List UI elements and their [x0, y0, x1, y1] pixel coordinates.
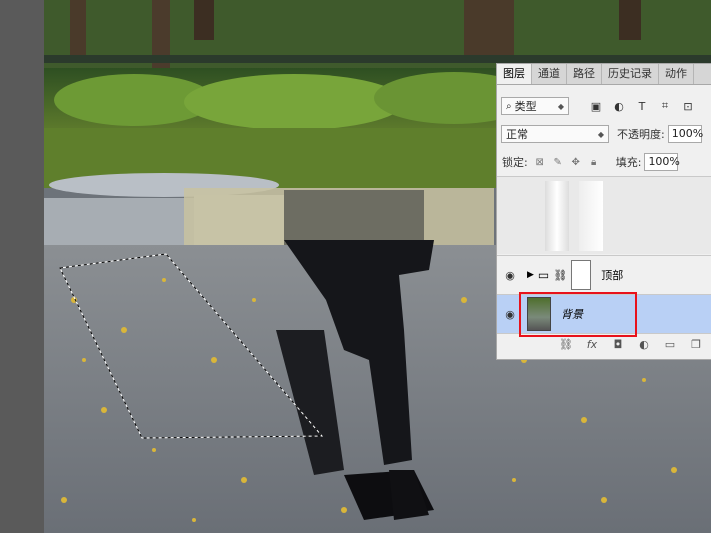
panel-tabs: 图层 通道 路径 历史记录 动作: [497, 64, 711, 85]
fill-label: 填充:: [615, 156, 642, 169]
lock-row: 锁定: ⊠ ✎ ✥ 🔒︎ 填充: 100%: [497, 153, 711, 171]
link-icon: ⛓: [553, 268, 568, 282]
link-icon[interactable]: ⛓: [559, 338, 573, 351]
fx-icon[interactable]: fx: [585, 338, 599, 351]
image-filter-icon[interactable]: ▣: [589, 99, 603, 113]
lock-paint-icon[interactable]: ✎: [552, 156, 564, 168]
filter-row: ⌕ 类型 ◆ ▣ ◐ T ⌗ ⊡: [497, 97, 711, 115]
lock-label: 锁定:: [502, 156, 528, 169]
canvas-gutter: [0, 0, 44, 533]
adjustment-filter-icon[interactable]: ◐: [612, 99, 626, 113]
opacity-label: 不透明度:: [617, 128, 665, 141]
expand-arrow-icon[interactable]: ▶: [527, 270, 534, 280]
tab-layers[interactable]: 图层: [497, 64, 532, 84]
adjustment-icon[interactable]: ◐: [637, 338, 651, 351]
panel-footer: ⛓ fx ◘ ◐ ▭ ❐: [497, 338, 711, 351]
group-mask-thumbnail: [571, 260, 592, 290]
search-icon: ⌕: [506, 100, 512, 112]
chevron-updown-icon: ◆: [597, 129, 604, 139]
folder-icon: ▭: [537, 268, 550, 282]
chevron-updown-icon: ◆: [557, 101, 564, 111]
layer-name[interactable]: 顶部: [601, 267, 623, 283]
filter-type-label: 类型: [514, 100, 537, 113]
layer-thumbnail: [579, 180, 603, 251]
tab-history[interactable]: 历史记录: [602, 64, 659, 84]
type-filter-icon[interactable]: T: [635, 99, 649, 113]
tab-channels[interactable]: 通道: [532, 64, 567, 84]
folder-icon[interactable]: ▭: [663, 338, 677, 351]
highlight-box: [519, 292, 637, 337]
shape-filter-icon[interactable]: ⌗: [658, 99, 672, 113]
layer-mask-thumbnail: [545, 180, 569, 251]
tab-actions[interactable]: 动作: [659, 64, 694, 84]
layer-filter-select[interactable]: ⌕ 类型 ◆: [501, 97, 569, 115]
lock-all-icon[interactable]: 🔒︎: [588, 156, 600, 168]
lock-transparency-icon[interactable]: ⊠: [534, 156, 546, 168]
layer-row-group[interactable]: ◉ ▶ ▭ ⛓ 顶部: [497, 256, 711, 294]
lock-position-icon[interactable]: ✥: [570, 156, 582, 168]
tab-paths[interactable]: 路径: [567, 64, 602, 84]
smart-object-filter-icon[interactable]: ⊡: [681, 99, 695, 113]
new-layer-icon[interactable]: ❐: [689, 338, 703, 351]
eye-icon[interactable]: ◉: [497, 269, 523, 282]
layer-row-mask[interactable]: [497, 177, 711, 254]
blend-mode-value: 正常: [506, 128, 528, 141]
blend-mode-select[interactable]: 正常 ◆: [501, 125, 609, 143]
mask-icon[interactable]: ◘: [611, 338, 625, 351]
opacity-input[interactable]: 100%: [667, 125, 703, 143]
blend-row: 正常 ◆ 不透明度: 100%: [497, 125, 711, 143]
fill-input[interactable]: 100%: [644, 153, 680, 171]
